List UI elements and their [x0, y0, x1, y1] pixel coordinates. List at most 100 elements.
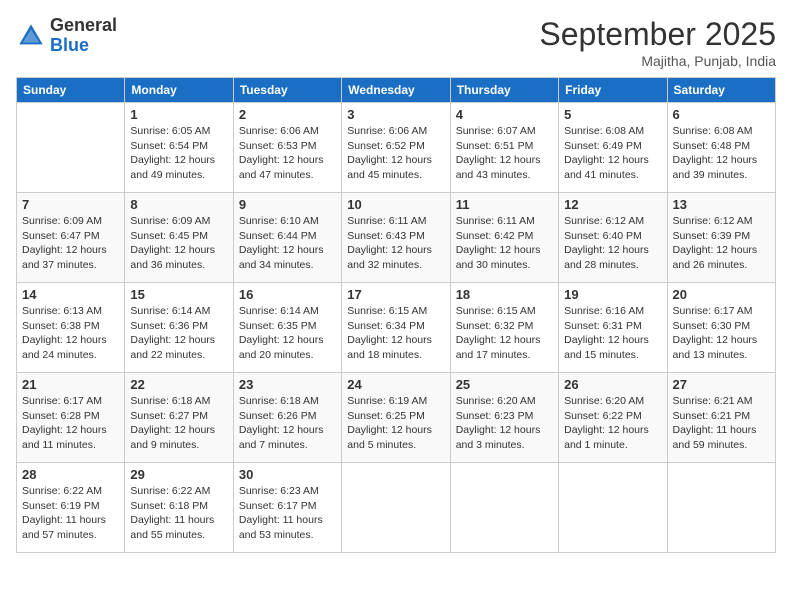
day-number: 1 — [130, 107, 227, 122]
calendar-cell: 8Sunrise: 6:09 AMSunset: 6:45 PMDaylight… — [125, 193, 233, 283]
column-header-wednesday: Wednesday — [342, 78, 450, 103]
calendar-cell: 19Sunrise: 6:16 AMSunset: 6:31 PMDayligh… — [559, 283, 667, 373]
calendar-cell: 17Sunrise: 6:15 AMSunset: 6:34 PMDayligh… — [342, 283, 450, 373]
day-number: 9 — [239, 197, 336, 212]
day-number: 14 — [22, 287, 119, 302]
day-info: Sunrise: 6:08 AMSunset: 6:48 PMDaylight:… — [673, 124, 770, 183]
day-number: 3 — [347, 107, 444, 122]
day-info: Sunrise: 6:11 AMSunset: 6:43 PMDaylight:… — [347, 214, 444, 273]
calendar-cell: 23Sunrise: 6:18 AMSunset: 6:26 PMDayligh… — [233, 373, 341, 463]
calendar-cell: 28 Sunrise: 6:22 AMSunset: 6:19 PMDayligh… — [17, 463, 125, 553]
day-info: Sunrise: 6:14 AMSunset: 6:35 PMDaylight:… — [239, 304, 336, 363]
calendar-cell: 26Sunrise: 6:20 AMSunset: 6:22 PMDayligh… — [559, 373, 667, 463]
calendar-cell: 16Sunrise: 6:14 AMSunset: 6:35 PMDayligh… — [233, 283, 341, 373]
day-info: Sunrise: 6:11 AMSunset: 6:42 PMDaylight:… — [456, 214, 553, 273]
logo-icon — [16, 21, 46, 51]
day-info: Sunrise: 6:15 AMSunset: 6:32 PMDaylight:… — [456, 304, 553, 363]
calendar-cell: 12 Sunrise: 6:12 AMSunset: 6:40 PMDayligh… — [559, 193, 667, 283]
month-title: September 2025 — [539, 16, 776, 53]
day-number: 10 — [347, 197, 444, 212]
day-info: Sunrise: 6:22 AMSunset: 6:19 PMDaylight:… — [22, 484, 119, 543]
calendar-cell: 22 Sunrise: 6:18 AMSunset: 6:27 PMDayligh… — [125, 373, 233, 463]
calendar-cell: 25Sunrise: 6:20 AMSunset: 6:23 PMDayligh… — [450, 373, 558, 463]
calendar-week-row: 14 Sunrise: 6:13 AMSunset: 6:38 PMDayligh… — [17, 283, 776, 373]
calendar-week-row: 21 Sunrise: 6:17 AMSunset: 6:28 PMDayligh… — [17, 373, 776, 463]
calendar-cell: 9 Sunrise: 6:10 AMSunset: 6:44 PMDaylight… — [233, 193, 341, 283]
calendar-cell: 11 Sunrise: 6:11 AMSunset: 6:42 PMDayligh… — [450, 193, 558, 283]
day-info: Sunrise: 6:21 AMSunset: 6:21 PMDaylight:… — [673, 394, 770, 453]
day-number: 24 — [347, 377, 444, 392]
column-header-monday: Monday — [125, 78, 233, 103]
column-header-tuesday: Tuesday — [233, 78, 341, 103]
calendar-cell — [17, 103, 125, 193]
calendar-cell: 3 Sunrise: 6:06 AMSunset: 6:52 PMDaylight… — [342, 103, 450, 193]
day-number: 21 — [22, 377, 119, 392]
day-info: Sunrise: 6:22 AMSunset: 6:18 PMDaylight:… — [130, 484, 227, 543]
day-number: 22 — [130, 377, 227, 392]
column-header-thursday: Thursday — [450, 78, 558, 103]
day-info: Sunrise: 6:05 AMSunset: 6:54 PMDaylight:… — [130, 124, 227, 183]
day-number: 2 — [239, 107, 336, 122]
calendar-cell: 21 Sunrise: 6:17 AMSunset: 6:28 PMDayligh… — [17, 373, 125, 463]
column-header-saturday: Saturday — [667, 78, 775, 103]
logo-blue: Blue — [50, 36, 117, 56]
calendar-cell: 18 Sunrise: 6:15 AMSunset: 6:32 PMDayligh… — [450, 283, 558, 373]
day-number: 19 — [564, 287, 661, 302]
day-number: 6 — [673, 107, 770, 122]
day-number: 5 — [564, 107, 661, 122]
day-info: Sunrise: 6:12 AMSunset: 6:39 PMDaylight:… — [673, 214, 770, 273]
day-info: Sunrise: 6:06 AMSunset: 6:52 PMDaylight:… — [347, 124, 444, 183]
logo: General Blue — [16, 16, 117, 56]
day-info: Sunrise: 6:12 AMSunset: 6:40 PMDaylight:… — [564, 214, 661, 273]
day-info: Sunrise: 6:13 AMSunset: 6:38 PMDaylight:… — [22, 304, 119, 363]
day-info: Sunrise: 6:15 AMSunset: 6:34 PMDaylight:… — [347, 304, 444, 363]
day-info: Sunrise: 6:19 AMSunset: 6:25 PMDaylight:… — [347, 394, 444, 453]
day-info: Sunrise: 6:17 AMSunset: 6:28 PMDaylight:… — [22, 394, 119, 453]
calendar-cell — [559, 463, 667, 553]
day-info: Sunrise: 6:14 AMSunset: 6:36 PMDaylight:… — [130, 304, 227, 363]
logo-general: General — [50, 16, 117, 36]
page-header: General Blue September 2025 Majitha, Pun… — [16, 16, 776, 69]
day-number: 23 — [239, 377, 336, 392]
title-block: September 2025 Majitha, Punjab, India — [539, 16, 776, 69]
day-number: 30 — [239, 467, 336, 482]
day-number: 28 — [22, 467, 119, 482]
calendar-header-row: SundayMondayTuesdayWednesdayThursdayFrid… — [17, 78, 776, 103]
location: Majitha, Punjab, India — [539, 53, 776, 69]
day-number: 20 — [673, 287, 770, 302]
day-info: Sunrise: 6:10 AMSunset: 6:44 PMDaylight:… — [239, 214, 336, 273]
calendar-week-row: 28 Sunrise: 6:22 AMSunset: 6:19 PMDayligh… — [17, 463, 776, 553]
calendar-cell: 10 Sunrise: 6:11 AMSunset: 6:43 PMDayligh… — [342, 193, 450, 283]
calendar-cell: 2Sunrise: 6:06 AMSunset: 6:53 PMDaylight… — [233, 103, 341, 193]
calendar-cell — [450, 463, 558, 553]
calendar-cell: 7Sunrise: 6:09 AMSunset: 6:47 PMDaylight… — [17, 193, 125, 283]
day-number: 18 — [456, 287, 553, 302]
day-number: 29 — [130, 467, 227, 482]
day-number: 15 — [130, 287, 227, 302]
day-number: 12 — [564, 197, 661, 212]
calendar-cell: 6 Sunrise: 6:08 AMSunset: 6:48 PMDaylight… — [667, 103, 775, 193]
calendar-cell: 20Sunrise: 6:17 AMSunset: 6:30 PMDayligh… — [667, 283, 775, 373]
calendar-cell: 24 Sunrise: 6:19 AMSunset: 6:25 PMDayligh… — [342, 373, 450, 463]
calendar-week-row: 7Sunrise: 6:09 AMSunset: 6:47 PMDaylight… — [17, 193, 776, 283]
calendar-cell — [342, 463, 450, 553]
day-number: 7 — [22, 197, 119, 212]
calendar-cell — [667, 463, 775, 553]
day-info: Sunrise: 6:23 AMSunset: 6:17 PMDaylight:… — [239, 484, 336, 543]
day-number: 25 — [456, 377, 553, 392]
calendar-cell: 15 Sunrise: 6:14 AMSunset: 6:36 PMDayligh… — [125, 283, 233, 373]
calendar-cell: 4 Sunrise: 6:07 AMSunset: 6:51 PMDaylight… — [450, 103, 558, 193]
logo-text: General Blue — [50, 16, 117, 56]
day-number: 8 — [130, 197, 227, 212]
column-header-sunday: Sunday — [17, 78, 125, 103]
day-number: 27 — [673, 377, 770, 392]
day-number: 4 — [456, 107, 553, 122]
column-header-friday: Friday — [559, 78, 667, 103]
day-number: 11 — [456, 197, 553, 212]
calendar-cell: 29 Sunrise: 6:22 AMSunset: 6:18 PMDayligh… — [125, 463, 233, 553]
calendar-cell: 27 Sunrise: 6:21 AMSunset: 6:21 PMDayligh… — [667, 373, 775, 463]
calendar-cell: 14 Sunrise: 6:13 AMSunset: 6:38 PMDayligh… — [17, 283, 125, 373]
day-info: Sunrise: 6:18 AMSunset: 6:27 PMDaylight:… — [130, 394, 227, 453]
day-info: Sunrise: 6:07 AMSunset: 6:51 PMDaylight:… — [456, 124, 553, 183]
calendar-cell: 30 Sunrise: 6:23 AMSunset: 6:17 PMDayligh… — [233, 463, 341, 553]
